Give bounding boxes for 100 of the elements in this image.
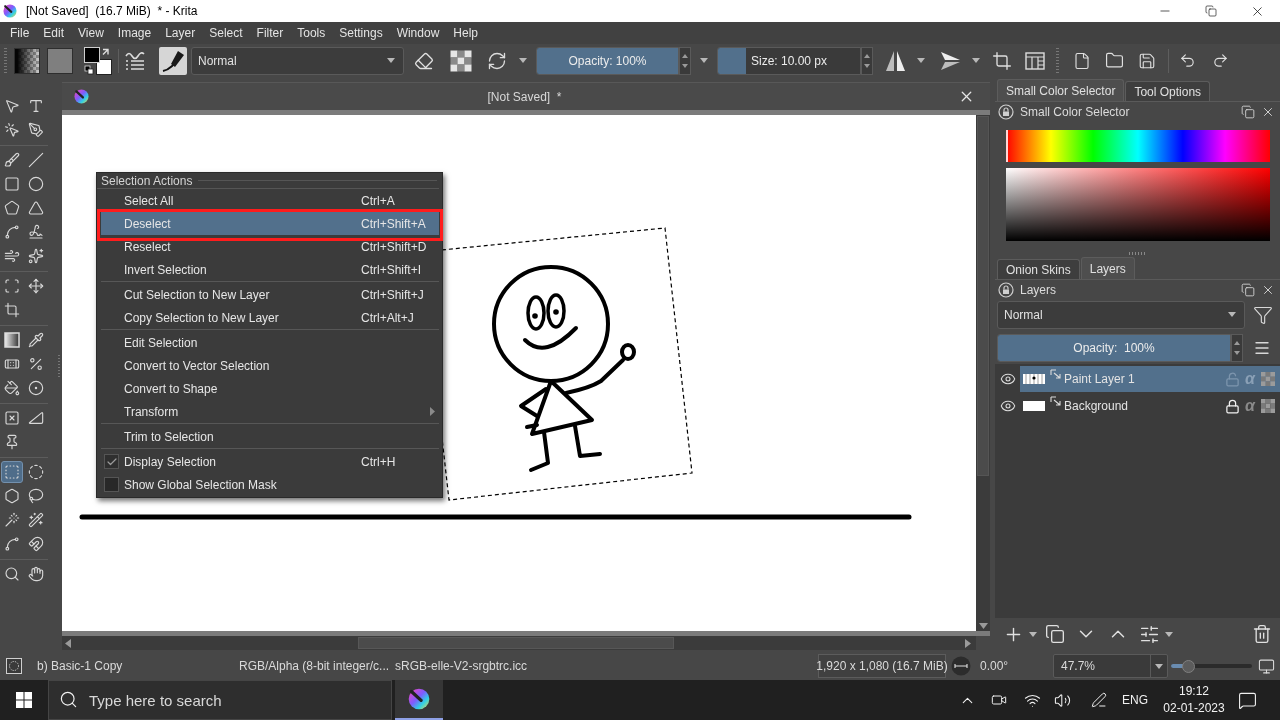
lock-icon[interactable] bbox=[1225, 398, 1241, 414]
tool-button[interactable] bbox=[1, 329, 23, 351]
video-camera-icon[interactable] bbox=[991, 692, 1007, 708]
caret-icon[interactable] bbox=[700, 58, 708, 63]
menu-item[interactable]: Display Selection Ctrl+H bbox=[101, 450, 439, 473]
menu-item[interactable]: Cut Selection to New Layer Ctrl+Shift+J bbox=[101, 283, 439, 306]
pattern-swatch[interactable] bbox=[47, 47, 73, 74]
checkerboard-icon[interactable] bbox=[1261, 372, 1275, 386]
layer-opacity-slider[interactable]: Opacity: 100% bbox=[997, 333, 1231, 362]
layer-row[interactable]: Paint Layer 1 α bbox=[1020, 366, 1280, 392]
eye-icon[interactable] bbox=[999, 398, 1016, 414]
menu-bar-item[interactable]: Help bbox=[446, 23, 485, 43]
caret-icon[interactable] bbox=[1228, 312, 1236, 317]
language-indicator[interactable]: ENG bbox=[1122, 691, 1148, 709]
overlapping-squares-icon[interactable] bbox=[1241, 282, 1255, 297]
crop-icon[interactable] bbox=[992, 50, 1012, 71]
caret-icon[interactable] bbox=[387, 58, 395, 63]
docker-tab[interactable]: Onion Skins bbox=[997, 259, 1080, 279]
menu-item[interactable]: Convert to Shape bbox=[101, 377, 439, 400]
mirror-vertical-icon[interactable] bbox=[940, 50, 961, 71]
size-slider[interactable]: Size: 10.00 px bbox=[717, 46, 861, 75]
notification-icon[interactable] bbox=[1237, 690, 1257, 710]
menu-item[interactable]: Edit Selection bbox=[101, 331, 439, 354]
blend-mode-dropdown[interactable]: Normal bbox=[997, 300, 1245, 329]
restore-icon[interactable] bbox=[1205, 5, 1217, 17]
docker-tab[interactable]: Tool Options bbox=[1125, 81, 1211, 101]
scrollbar-thumb[interactable] bbox=[977, 116, 989, 476]
scrollbar-thumb[interactable] bbox=[358, 637, 674, 649]
horizontal-scrollbar[interactable] bbox=[62, 636, 976, 650]
clock-date[interactable]: 02-01-2023 bbox=[1163, 700, 1225, 717]
checkbox[interactable] bbox=[104, 477, 119, 492]
docker-tab[interactable]: Layers bbox=[1080, 257, 1135, 279]
caret-icon[interactable] bbox=[1155, 663, 1163, 669]
overlapping-squares-icon[interactable] bbox=[1241, 104, 1255, 119]
trash-icon[interactable] bbox=[1252, 624, 1272, 644]
menu-item[interactable]: Invert Selection Ctrl+Shift+I bbox=[101, 258, 439, 281]
lock-icon[interactable] bbox=[998, 103, 1014, 120]
dotted-circle-icon[interactable] bbox=[6, 658, 22, 674]
slider-thumb[interactable] bbox=[1182, 659, 1196, 673]
caret-icon[interactable] bbox=[972, 58, 980, 63]
caret-icon[interactable] bbox=[917, 58, 925, 63]
panel-layout-icon[interactable] bbox=[1025, 50, 1045, 71]
menu-bar-item[interactable]: Edit bbox=[36, 23, 72, 43]
monitor-icon[interactable] bbox=[1258, 657, 1275, 675]
caret-icon[interactable] bbox=[1165, 631, 1173, 637]
menu-bar-item[interactable]: View bbox=[71, 23, 111, 43]
menu-item[interactable]: Copy Selection to New Layer Ctrl+Alt+J bbox=[101, 306, 439, 329]
eraser-icon[interactable] bbox=[414, 50, 434, 71]
file-icon[interactable] bbox=[1073, 51, 1091, 70]
speaker-icon[interactable] bbox=[1053, 691, 1071, 709]
dial-icon[interactable] bbox=[951, 656, 971, 676]
menu-bar-item[interactable]: Select bbox=[202, 23, 250, 43]
undo-icon[interactable] bbox=[1179, 52, 1196, 69]
menu-item[interactable]: Select All Ctrl+A bbox=[101, 189, 439, 212]
menu-item[interactable]: Reselect Ctrl+Shift+D bbox=[101, 235, 439, 258]
eye-icon[interactable] bbox=[999, 371, 1016, 387]
menu-item[interactable]: Transform bbox=[101, 400, 439, 423]
caret-icon[interactable] bbox=[1029, 631, 1037, 637]
vertical-scrollbar[interactable] bbox=[976, 115, 990, 631]
wave-lines-icon[interactable] bbox=[124, 49, 146, 72]
menu-item[interactable]: Show Global Selection Mask bbox=[101, 473, 439, 496]
layer-row[interactable]: Background α bbox=[1020, 393, 1280, 419]
gradient-swatch[interactable] bbox=[14, 47, 40, 74]
checkerboard-icon[interactable] bbox=[450, 49, 472, 72]
windows-logo-icon[interactable] bbox=[16, 692, 32, 708]
docker-tab[interactable]: Small Color Selector bbox=[997, 79, 1125, 101]
caret-icon[interactable] bbox=[519, 58, 527, 63]
scroll-left-arrow-icon[interactable] bbox=[65, 638, 71, 648]
menu-item[interactable]: Deselect Ctrl+Shift+A bbox=[101, 212, 439, 235]
checkbox[interactable] bbox=[104, 454, 119, 469]
menu-bar-item[interactable]: Layer bbox=[158, 23, 203, 43]
menu-bar-item[interactable]: File bbox=[3, 23, 37, 43]
clock-time[interactable]: 19:12 bbox=[1179, 683, 1209, 700]
save-icon[interactable] bbox=[1138, 51, 1156, 70]
color-field[interactable] bbox=[1006, 168, 1270, 241]
zoom-slider[interactable] bbox=[1171, 659, 1252, 673]
blend-mode-dropdown[interactable]: Normal bbox=[191, 46, 404, 75]
funnel-icon[interactable] bbox=[1252, 304, 1273, 325]
lock-icon[interactable] bbox=[998, 281, 1014, 298]
opacity-slider[interactable]: Opacity: 100% bbox=[536, 46, 679, 75]
reload-icon[interactable] bbox=[487, 50, 507, 71]
menu-item[interactable]: Trim to Selection bbox=[101, 425, 439, 448]
taskbar-app-button[interactable] bbox=[395, 680, 443, 720]
menu-bar-item[interactable]: Settings bbox=[332, 23, 390, 43]
pen-icon[interactable] bbox=[1091, 692, 1107, 708]
redo-icon[interactable] bbox=[1212, 52, 1229, 69]
zoom-dropdown[interactable]: 47.7% bbox=[1053, 654, 1168, 678]
menu-bar-item[interactable]: Window bbox=[389, 23, 447, 43]
menu-bar-item[interactable]: Tools bbox=[290, 23, 333, 43]
search-field[interactable]: Type here to search bbox=[48, 680, 392, 720]
color-swatches-icon[interactable] bbox=[84, 46, 112, 75]
menu-bar-item[interactable]: Image bbox=[110, 23, 159, 43]
checkerboard-icon[interactable] bbox=[1261, 399, 1275, 413]
sliders-icon[interactable] bbox=[1139, 623, 1160, 645]
spin-arrows-icon[interactable] bbox=[679, 46, 691, 75]
menu-item[interactable]: Convert to Vector Selection bbox=[101, 354, 439, 377]
folder-icon[interactable] bbox=[1105, 51, 1124, 70]
spin-arrows-icon[interactable] bbox=[861, 46, 873, 75]
pen-stroke-icon[interactable] bbox=[159, 46, 187, 75]
spin-arrows-icon[interactable] bbox=[1231, 333, 1243, 362]
